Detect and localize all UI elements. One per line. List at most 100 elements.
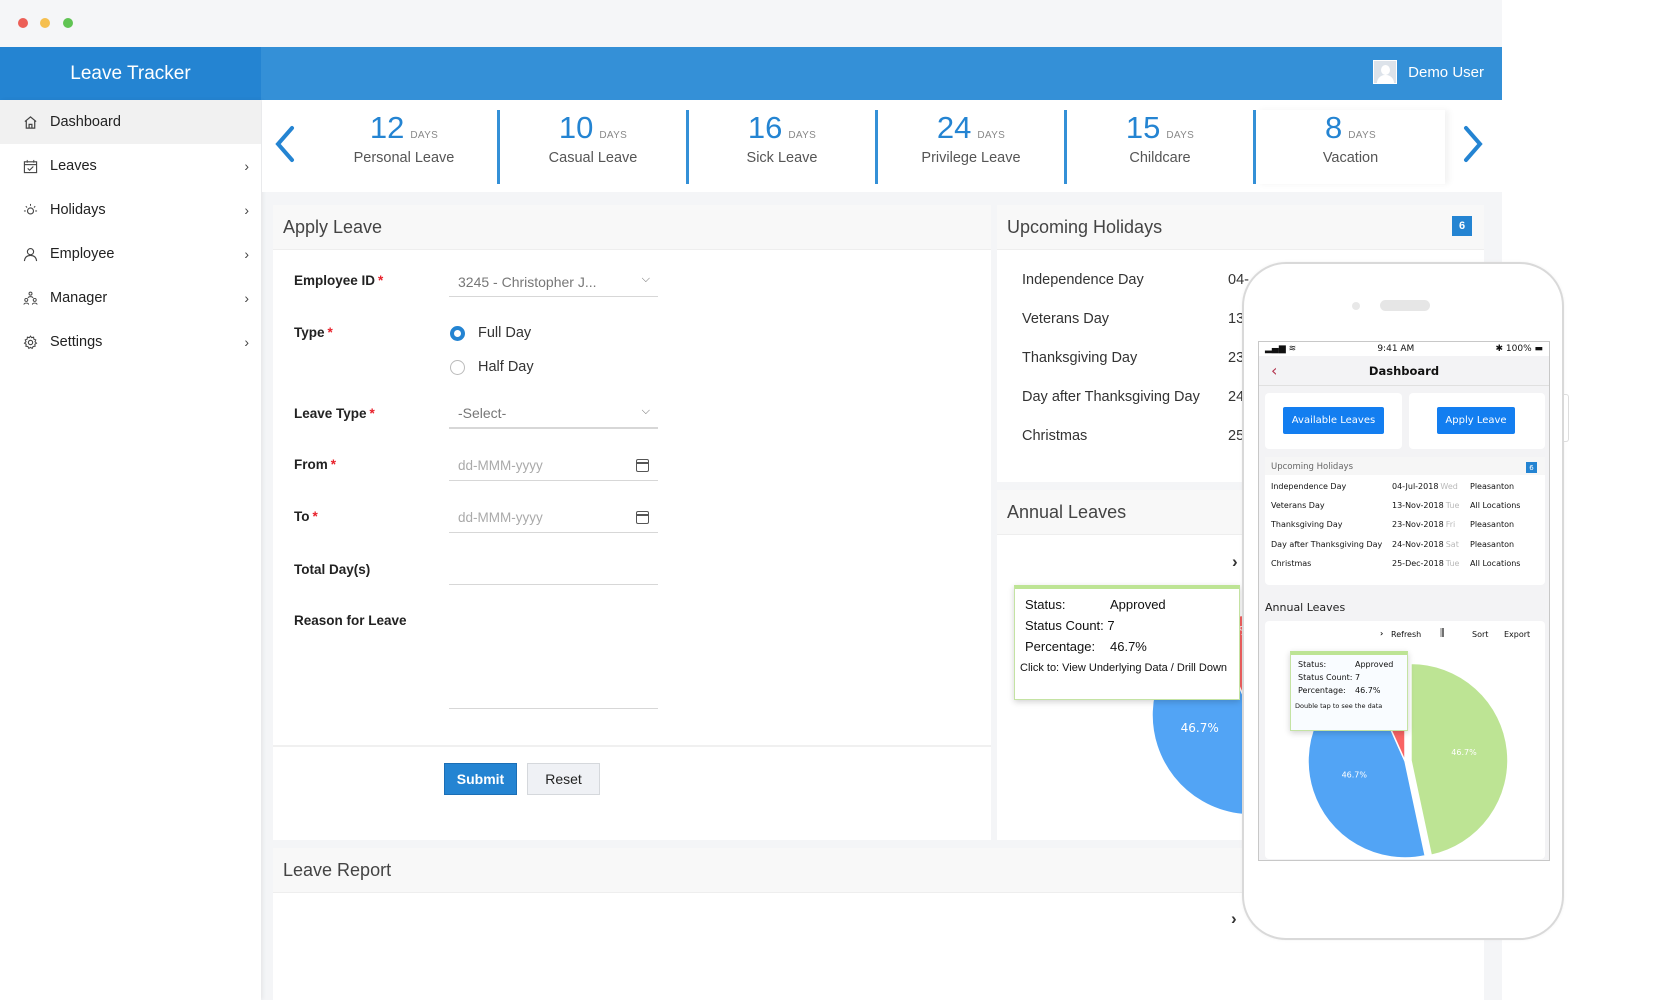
leave-type-select[interactable]: -Select- ⌵ — [449, 399, 658, 429]
chevron-right-icon: › — [244, 334, 249, 350]
holiday-name: Day after Thanksgiving Day — [1022, 389, 1200, 405]
chevron-down-icon: ⌵ — [641, 405, 650, 417]
mobile-card-available-leaves: Available Leaves — [1265, 393, 1402, 449]
refresh-button[interactable]: Refresh — [1391, 630, 1421, 639]
signal-wifi-icon: ▂▄▆ ≋ — [1265, 344, 1297, 354]
mobile-chart-tooltip: Status: Approved Status Count: 7 Percenta… — [1290, 651, 1408, 731]
chevron-down-icon: ⌵ — [641, 273, 650, 285]
stat-unit: DAYS — [977, 130, 1006, 141]
type-label: Type * — [294, 325, 333, 340]
sidebar-item-employee[interactable]: Employee › — [0, 232, 261, 276]
radio-half-day[interactable]: Half Day — [450, 359, 534, 375]
mobile-apply-leave-button[interactable]: Apply Leave — [1437, 407, 1515, 434]
mobile-status-bar: ▂▄▆ ≋ 9:41 AM ✱ 100% ▬ — [1259, 342, 1549, 356]
chevron-right-icon: › — [244, 202, 249, 218]
mobile-holiday-name: Independence Day — [1271, 482, 1347, 491]
sidebar-item-label: Holidays — [50, 202, 106, 218]
leave-balance-carousel: 12 DAYS Personal Leave 10 DAYS Casual Leav… — [262, 100, 1502, 192]
sidebar-item-label: Employee — [50, 246, 115, 262]
stat-unit: DAYS — [410, 130, 439, 141]
reset-button[interactable]: Reset — [527, 763, 600, 795]
sidebar-item-label: Settings — [50, 334, 103, 350]
stat-value: 15 — [1125, 110, 1161, 145]
stat-unit: DAYS — [1348, 130, 1376, 141]
mobile-pie-label-approved: 46.7% — [1451, 748, 1477, 757]
carousel-next-button[interactable] — [1460, 124, 1486, 171]
tooltip-hint: Click to: View Underlying Data / Drill D… — [1020, 662, 1228, 674]
chart-type-icon[interactable]: ⫼ — [1440, 628, 1445, 639]
reason-textarea[interactable] — [449, 607, 658, 709]
stat-unit: DAYS — [788, 130, 817, 141]
calendar-icon[interactable] — [636, 511, 649, 524]
mobile-holiday-date: 23-Nov-2018 Fri — [1392, 520, 1456, 529]
apply-leave-panel: Apply Leave Employee ID * 3245 - Christop… — [273, 205, 991, 840]
stat-unit: DAYS — [599, 130, 628, 141]
user-menu[interactable]: Demo User — [1373, 60, 1484, 84]
chevron-right-icon — [1464, 126, 1483, 162]
available-leaves-button[interactable]: Available Leaves — [1283, 407, 1384, 434]
radio-full-day[interactable]: Full Day — [450, 325, 531, 341]
mobile-annual-title: Annual Leaves — [1265, 601, 1346, 614]
to-date-input[interactable]: dd-MMM-yyyy — [449, 503, 658, 533]
calendar-check-icon — [22, 158, 38, 174]
report-expand-icon[interactable]: › — [1231, 909, 1237, 929]
submit-button[interactable]: Submit — [444, 763, 517, 795]
stat-value: 10 — [558, 110, 594, 145]
mobile-pie-label-pending: 46.7% — [1342, 771, 1368, 780]
mobile-holiday-location: Pleasanton — [1470, 482, 1515, 491]
employee-id-select[interactable]: 3245 - Christopher J... ⌵ — [449, 267, 658, 297]
maximize-window-button[interactable] — [63, 18, 73, 28]
stat-value: 8 — [1325, 110, 1343, 145]
sidebar-item-holidays[interactable]: Holidays › — [0, 188, 261, 232]
to-label: To * — [294, 509, 318, 524]
mobile-holiday-name: Christmas — [1271, 559, 1312, 568]
sidebar-item-dashboard[interactable]: Dashboard — [0, 100, 261, 144]
panel-title: Upcoming Holidays — [997, 205, 1484, 250]
back-arrow-icon[interactable]: ‹ — [1271, 361, 1277, 380]
minimize-window-button[interactable] — [40, 18, 50, 28]
sidebar: Dashboard Leaves › Holidays › Employee › — [0, 100, 261, 1000]
chevron-right-icon: › — [244, 290, 249, 306]
stat-label: Childcare — [1129, 150, 1191, 166]
stat-label: Personal Leave — [353, 150, 455, 166]
phone-side-button — [1564, 394, 1569, 442]
chevron-right-icon[interactable]: › — [1380, 629, 1383, 638]
total-days-input[interactable] — [449, 555, 658, 585]
mobile-card-apply-leave: Apply Leave — [1409, 393, 1545, 449]
from-date-input[interactable]: dd-MMM-yyyy — [449, 451, 658, 481]
stat-unit: DAYS — [1166, 130, 1195, 141]
sidebar-item-settings[interactable]: Settings › — [0, 320, 261, 364]
stat-label: Casual Leave — [548, 150, 638, 166]
radio-selected-icon — [450, 325, 465, 341]
stat-value: 16 — [747, 110, 783, 145]
title-bar — [0, 0, 1502, 47]
total-days-label: Total Day(s) — [294, 562, 371, 577]
holiday-count-badge: 6 — [1452, 216, 1472, 236]
mobile-holiday-date: 25-Dec-2018 Tue — [1392, 559, 1460, 568]
sort-button[interactable]: Sort — [1472, 630, 1488, 639]
carousel-prev-button[interactable] — [272, 124, 298, 171]
calendar-icon[interactable] — [636, 459, 649, 472]
sidebar-item-manager[interactable]: Manager › — [0, 276, 261, 320]
holiday-name: Independence Day — [1022, 272, 1144, 288]
chart-tooltip: Status: Approved Status Count: 7 Percenta… — [1014, 585, 1240, 700]
from-label: From * — [294, 457, 337, 472]
user-name: Demo User — [1408, 63, 1484, 81]
app-title: Leave Tracker — [0, 47, 261, 100]
holiday-name: Veterans Day — [1022, 311, 1110, 327]
sidebar-item-label: Manager — [50, 290, 108, 306]
battery-indicator: ✱ 100% ▬ — [1495, 344, 1543, 354]
employee-id-label: Employee ID * — [294, 273, 384, 288]
user-icon — [22, 246, 38, 262]
export-button[interactable]: Export — [1504, 630, 1530, 639]
sidebar-item-leaves[interactable]: Leaves › — [0, 144, 261, 188]
mobile-holiday-location: All Locations — [1470, 501, 1521, 510]
stat-value: 24 — [936, 110, 972, 145]
mobile-pie-slice-approved[interactable] — [1410, 662, 1509, 857]
stat-card-personal-leave: 12 DAYS Personal Leave — [311, 110, 500, 184]
close-window-button[interactable] — [18, 18, 28, 28]
mobile-holiday-name: Thanksgiving Day — [1271, 520, 1343, 529]
avatar-icon — [1373, 60, 1398, 84]
mobile-holiday-date: 04-Jul-2018 Wed — [1392, 482, 1458, 491]
team-icon — [22, 290, 38, 306]
